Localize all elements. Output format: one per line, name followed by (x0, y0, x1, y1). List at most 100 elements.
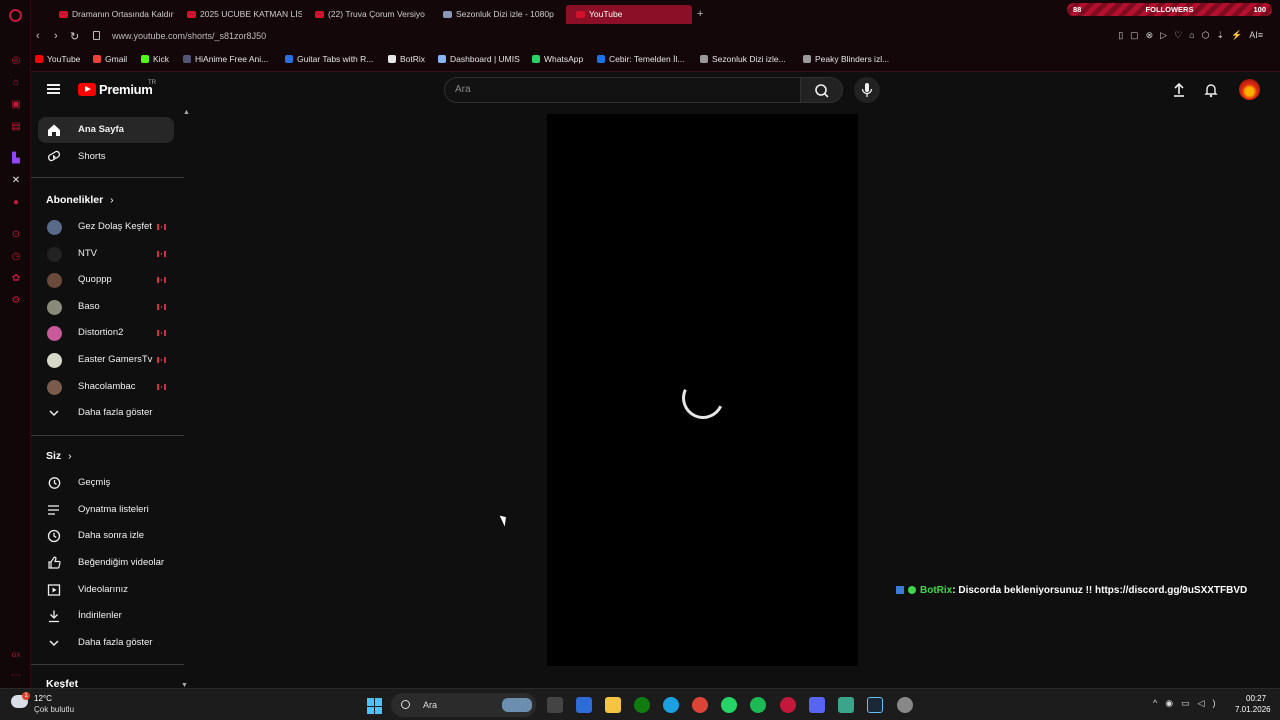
sidebar-subscription-3[interactable]: Quoppp (38, 267, 174, 293)
sidebar-item-home[interactable]: Ana Sayfa (38, 117, 174, 143)
gx-control-icon[interactable]: ⌂ (10, 77, 22, 89)
bookmark-guitar-tabs[interactable]: Guitar Tabs with R... (285, 54, 373, 64)
gx-badge-icon[interactable]: GX (10, 650, 22, 662)
new-tab-button[interactable]: + (697, 8, 703, 20)
whatsapp-icon[interactable] (721, 697, 737, 713)
weather-description[interactable]: Çok bulutlu (34, 705, 74, 714)
reload-icon[interactable]: ↻ (70, 30, 79, 43)
settings-icon[interactable] (897, 697, 913, 713)
history-rail-icon[interactable]: ◷ (10, 251, 22, 263)
bookmark-sezonluk[interactable]: Sezonluk Dizi izle... (700, 54, 786, 64)
bookmark-label: Gmail (105, 54, 128, 64)
sidebar-item-label: Ana Sayfa (78, 124, 124, 135)
you-heading[interactable]: Siz › (46, 450, 72, 462)
spotify-icon[interactable] (750, 697, 766, 713)
avatar[interactable] (1239, 79, 1260, 100)
tab-4[interactable]: Sezonluk Dizi izle - 1080p (433, 5, 558, 24)
loading-spinner-icon (676, 371, 730, 425)
system-tray[interactable]: ^◉▭◁) (1153, 698, 1224, 709)
bookmark-kick[interactable]: Kick (141, 54, 169, 64)
shorts-player[interactable] (547, 114, 858, 666)
tab-3[interactable]: (22) Truva Çorum Versiyo (305, 5, 430, 24)
youtube-logo-icon[interactable] (78, 83, 96, 96)
opera-gx-icon[interactable] (780, 697, 796, 713)
url-field[interactable]: www.youtube.com/shorts/_s81zor8J50 (112, 31, 266, 41)
notepad-icon[interactable] (838, 697, 854, 713)
bookmark-umis[interactable]: Dashboard | UMIS (438, 54, 520, 64)
search-button[interactable] (800, 77, 843, 103)
youtube-rail-icon[interactable]: ● (10, 197, 22, 209)
bookmark-gmail[interactable]: Gmail (93, 54, 127, 64)
sidebar-subscription-5[interactable]: Distortion2 (38, 320, 174, 346)
notifications-bell-icon[interactable] (1203, 82, 1219, 98)
weather-temperature[interactable]: 12°C (34, 694, 52, 703)
tab-2[interactable]: 2025 UCUBE KATMAN LİS (177, 5, 302, 24)
sidebar-item-history[interactable]: Geçmiş (38, 470, 174, 496)
browser-toolbar-icons[interactable]: ▯▢⊗▷♡⌂⬡⇣⚡AI≡ (1118, 30, 1270, 41)
upload-icon[interactable] (1171, 82, 1187, 98)
search-input[interactable]: Ara (444, 77, 801, 103)
sidebar-item-your-videos[interactable]: Videolarınız (38, 577, 174, 603)
show-more-you[interactable]: Daha fazla göster (38, 630, 174, 656)
sidebar-item-downloads[interactable]: İndirilenler (38, 603, 174, 629)
bookmark-cebir[interactable]: Cebir: Temelden İl... (597, 54, 684, 64)
back-icon[interactable]: ‹ (36, 30, 40, 42)
sidebar-item-playlists[interactable]: Oynatma listeleri (38, 497, 174, 523)
sidebar-subscription-7[interactable]: Shacolambac (38, 374, 174, 400)
channel-name: Distortion2 (78, 327, 124, 338)
xbox-icon[interactable] (634, 697, 650, 713)
scroll-up-icon[interactable]: ▲ (183, 109, 190, 116)
twitch-icon[interactable]: ▙ (10, 153, 22, 165)
live-indicator-icon (157, 224, 166, 230)
chrome-icon[interactable] (692, 697, 708, 713)
messenger-icon[interactable]: ▣ (10, 99, 22, 111)
ai-button[interactable]: AI (1249, 30, 1258, 40)
settings-rail-icon[interactable]: ⚙ (10, 295, 22, 307)
bookmark-peaky[interactable]: Peaky Blinders izl... (803, 54, 889, 64)
search-highlight-icon (502, 698, 532, 712)
more-rail-icon[interactable]: ⋯ (10, 670, 22, 682)
gx-corner-icon[interactable]: ▤ (10, 121, 22, 133)
voice-search-button[interactable] (854, 77, 880, 103)
extensions-rail-icon[interactable]: ✿ (10, 273, 22, 285)
windows-start-icon[interactable] (367, 698, 383, 714)
tab-5-active[interactable]: YouTube (566, 5, 692, 24)
speed-dial-icon[interactable]: ◎ (10, 55, 22, 67)
bookmark-label: Peaky Blinders izl... (815, 54, 890, 64)
steam-icon[interactable] (867, 697, 883, 713)
bookmark-hianime[interactable]: HiAnime Free Ani... (183, 54, 268, 64)
sidebar-item-liked-videos[interactable]: Beğendiğim videolar (38, 550, 174, 576)
edge-icon[interactable] (663, 697, 679, 713)
sidebar-item-shorts[interactable]: Shorts (38, 144, 174, 170)
clock-time[interactable]: 00:27 (1246, 694, 1266, 703)
explore-heading[interactable]: Keşfet (46, 678, 78, 688)
tab-1[interactable]: Dramanın Ortasında Kaldır (49, 5, 174, 24)
clock-date[interactable]: 7.01.2026 (1235, 705, 1271, 714)
sidebar-subscription-2[interactable]: NTV (38, 241, 174, 267)
sidebar-subscription-1[interactable]: Gez Dolaş Keşfet (38, 214, 174, 240)
bookmark-whatsapp[interactable]: WhatsApp (532, 54, 583, 64)
show-more-subscriptions[interactable]: Daha fazla göster (38, 400, 174, 426)
x-icon[interactable]: ✕ (10, 175, 22, 187)
store-icon[interactable] (576, 697, 592, 713)
bookmark-botrix[interactable]: BotRix (388, 54, 425, 64)
cebir-bookmark-icon (597, 55, 605, 63)
subscriptions-heading[interactable]: Abonelikler › (46, 194, 114, 206)
player-icon[interactable]: ⊙ (10, 229, 22, 241)
sidebar-subscription-6[interactable]: Easter GamersTv (38, 347, 174, 373)
opera-logo-icon[interactable] (9, 9, 22, 22)
discord-icon[interactable] (809, 697, 825, 713)
microphone-icon (861, 83, 873, 97)
task-view-icon[interactable] (547, 697, 563, 713)
followers-left: 88 (1073, 5, 1082, 14)
bookmark-youtube[interactable]: YouTube (35, 54, 80, 64)
file-explorer-icon[interactable] (605, 697, 621, 713)
sidebar-subscription-4[interactable]: Baso (38, 294, 174, 320)
forward-icon[interactable]: › (54, 30, 58, 42)
menu-icon[interactable] (47, 84, 60, 94)
guitar-tabs-bookmark-icon (285, 55, 293, 63)
taskbar-search[interactable]: Ara (391, 693, 536, 717)
youtube-logo-text[interactable]: Premium (99, 82, 153, 97)
shorts-icon (47, 150, 61, 162)
sidebar-item-watch-later[interactable]: Daha sonra izle (38, 523, 174, 549)
